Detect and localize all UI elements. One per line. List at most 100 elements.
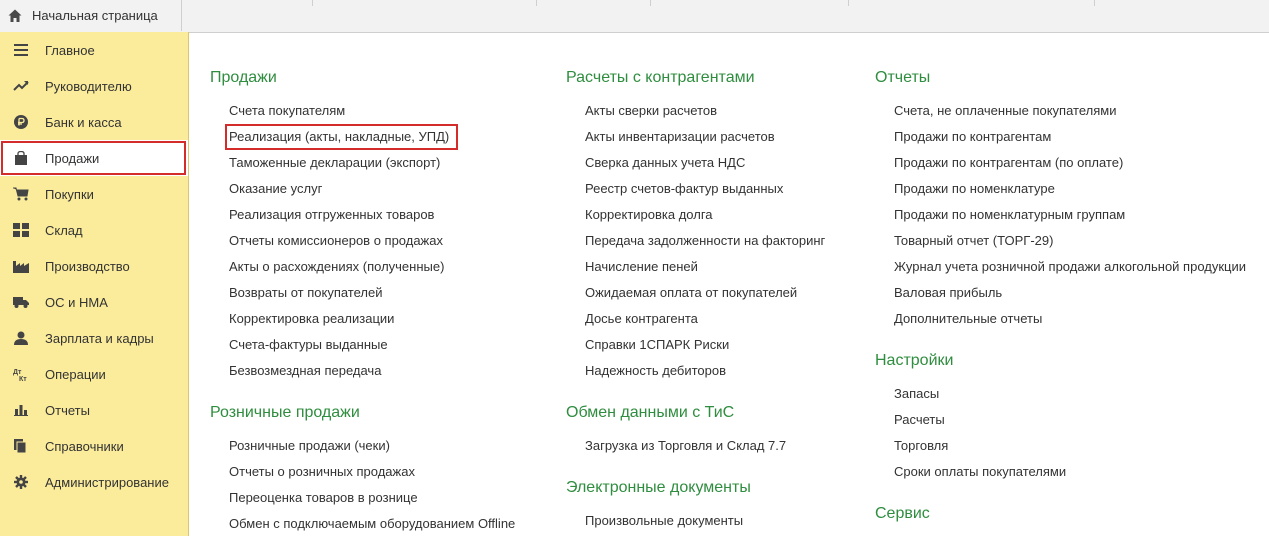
section-title-settlements: Расчеты с контрагентами [566, 69, 755, 86]
sidebar-item-production[interactable]: Производство [0, 248, 188, 284]
tab-separator [848, 0, 849, 6]
link-unpaid-invoices[interactable]: Счета, не оплаченные покупателями [894, 103, 1116, 118]
link-sales-adjustment[interactable]: Корректировка реализации [229, 311, 394, 326]
trend-icon [13, 78, 29, 94]
sidebar-item-label: ОС и НМА [45, 294, 108, 310]
person-icon [13, 330, 29, 346]
section-title-service: Сервис [875, 505, 930, 522]
link-sales-by-counterparty[interactable]: Продажи по контрагентам [894, 129, 1051, 144]
bar-chart-icon [13, 402, 29, 418]
sidebar-item-warehouse[interactable]: Склад [0, 212, 188, 248]
sidebar-item-fixed-assets[interactable]: ОС и НМА [0, 284, 188, 320]
tab-separator [1094, 0, 1095, 6]
link-inventory-acts[interactable]: Акты инвентаризации расчетов [585, 129, 775, 144]
link-counterparty-dossier[interactable]: Досье контрагента [585, 311, 698, 326]
link-debt-adjustment[interactable]: Корректировка долга [585, 207, 713, 222]
books-icon [13, 438, 29, 454]
home-icon [8, 9, 22, 22]
section-title-edocs: Электронные документы [566, 479, 751, 496]
sidebar-item-references[interactable]: Справочники [0, 428, 188, 464]
link-reconciliation-acts[interactable]: Акты сверки расчетов [585, 103, 717, 118]
link-issued-invoices[interactable]: Счета-фактуры выданные [229, 337, 388, 352]
sidebar-item-sales[interactable]: Продажи [0, 140, 188, 176]
sidebar-item-label: Зарплата и кадры [45, 330, 154, 346]
tab-home-label: Начальная страница [32, 8, 158, 23]
sidebar-item-label: Банк и касса [45, 114, 122, 130]
tab-separator [312, 0, 313, 6]
sidebar-item-operations[interactable]: Дт Кт Операции [0, 356, 188, 392]
sidebar-item-salary[interactable]: Зарплата и кадры [0, 320, 188, 356]
svg-text:Кт: Кт [19, 376, 27, 381]
sidebar-item-purchases[interactable]: Покупки [0, 176, 188, 212]
section-title-settings: Настройки [875, 352, 954, 369]
sidebar-item-label: Руководителю [45, 78, 132, 94]
dt-kt-icon: Дт Кт [13, 366, 29, 382]
link-retail-reports[interactable]: Отчеты о розничных продажах [229, 464, 415, 479]
sidebar-item-bank[interactable]: Банк и касса [0, 104, 188, 140]
menu-icon [13, 42, 29, 58]
link-sales-by-item-groups[interactable]: Продажи по номенклатурным группам [894, 207, 1125, 222]
section-title-exchange: Обмен данными с ТиС [566, 404, 735, 421]
link-sales-realization[interactable]: Реализация (акты, накладные, УПД) [229, 129, 449, 144]
link-discrepancy-acts[interactable]: Акты о расхождениях (полученные) [229, 259, 444, 274]
ruble-coin-icon [13, 114, 29, 130]
sidebar-item-label: Покупки [45, 186, 94, 202]
tab-separator [650, 0, 651, 6]
sidebar-item-label: Производство [45, 258, 130, 274]
link-invoice-register[interactable]: Реестр счетов-фактур выданных [585, 181, 783, 196]
link-torg29-report[interactable]: Товарный отчет (ТОРГ-29) [894, 233, 1053, 248]
link-retail-receipts[interactable]: Розничные продажи (чеки) [229, 438, 390, 453]
tab-home[interactable]: Начальная страница [0, 0, 182, 31]
sidebar-item-reports[interactable]: Отчеты [0, 392, 188, 428]
sidebar-item-main[interactable]: Главное [0, 32, 188, 68]
link-debtor-reliability[interactable]: Надежность дебиторов [585, 363, 726, 378]
sidebar-item-label: Главное [45, 42, 95, 58]
warehouse-grid-icon [13, 222, 29, 238]
sidebar-item-label: Администрирование [45, 474, 169, 490]
link-shipped-goods[interactable]: Реализация отгруженных товаров [229, 207, 434, 222]
link-free-transfer[interactable]: Безвозмездная передача [229, 363, 381, 378]
sidebar-item-label: Справочники [45, 438, 124, 454]
section-title-retail: Розничные продажи [210, 404, 360, 421]
cart-icon [13, 186, 29, 202]
link-import-tis[interactable]: Загрузка из Торговля и Склад 7.7 [585, 438, 786, 453]
factory-icon [13, 258, 29, 274]
section-title-sales: Продажи [210, 69, 277, 86]
link-settings-stocks[interactable]: Запасы [894, 386, 939, 401]
tab-separator [536, 0, 537, 6]
sidebar-item-label: Склад [45, 222, 83, 238]
link-customs-declarations[interactable]: Таможенные декларации (экспорт) [229, 155, 440, 170]
link-retail-revaluation[interactable]: Переоценка товаров в рознице [229, 490, 418, 505]
link-spark-risks[interactable]: Справки 1СПАРК Риски [585, 337, 729, 352]
truck-icon [13, 294, 29, 310]
shopping-bag-icon [13, 150, 29, 166]
link-factoring[interactable]: Передача задолженности на факторинг [585, 233, 825, 248]
link-offline-equipment[interactable]: Обмен с подключаемым оборудованием Offli… [229, 516, 515, 531]
gear-icon [13, 474, 29, 490]
link-services[interactable]: Оказание услуг [229, 181, 322, 196]
link-customer-invoices[interactable]: Счета покупателям [229, 103, 345, 118]
link-alcohol-journal[interactable]: Журнал учета розничной продажи алкогольн… [894, 259, 1246, 274]
link-penalties[interactable]: Начисление пеней [585, 259, 698, 274]
tab-bar: Начальная страница [0, 0, 1269, 33]
section-title-reports: Отчеты [875, 69, 931, 86]
link-sales-by-items[interactable]: Продажи по номенклатуре [894, 181, 1055, 196]
sidebar: Главное Руководителю Банк и касса Продаж… [0, 32, 189, 536]
link-custom-documents[interactable]: Произвольные документы [585, 513, 743, 528]
link-expected-payments[interactable]: Ожидаемая оплата от покупателей [585, 285, 797, 300]
link-vat-reconciliation[interactable]: Сверка данных учета НДС [585, 155, 745, 170]
sidebar-item-label: Отчеты [45, 402, 90, 418]
sidebar-item-label: Продажи [45, 150, 100, 166]
svg-text:Дт: Дт [13, 369, 22, 376]
link-additional-reports[interactable]: Дополнительные отчеты [894, 311, 1042, 326]
link-gross-profit[interactable]: Валовая прибыль [894, 285, 1002, 300]
link-sales-by-counterparty-payment[interactable]: Продажи по контрагентам (по оплате) [894, 155, 1123, 170]
sidebar-item-administration[interactable]: Администрирование [0, 464, 188, 500]
sidebar-item-label: Операции [45, 366, 106, 382]
link-commission-reports[interactable]: Отчеты комиссионеров о продажах [229, 233, 443, 248]
link-settings-settlements[interactable]: Расчеты [894, 412, 945, 427]
link-customer-returns[interactable]: Возвраты от покупателей [229, 285, 383, 300]
sidebar-item-manager[interactable]: Руководителю [0, 68, 188, 104]
link-settings-trade[interactable]: Торговля [894, 438, 948, 453]
link-settings-payment-terms[interactable]: Сроки оплаты покупателями [894, 464, 1066, 479]
